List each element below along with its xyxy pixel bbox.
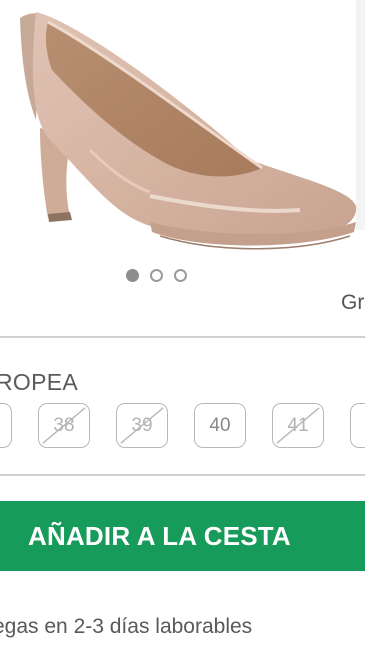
delivery-info: egas en 2-3 días laborables [0,615,253,638]
size-guide-link[interactable]: Gr [341,291,364,315]
size-label: 38 [53,414,75,436]
shoe-illustration [20,0,365,250]
add-to-cart-button[interactable]: AÑADIR A LA CESTA [0,501,365,571]
size-label: 41 [287,414,309,436]
divider [0,336,365,338]
carousel-dot[interactable] [174,269,187,282]
size-label: 39 [131,414,153,436]
carousel-dots [126,269,187,282]
carousel-dot[interactable] [150,269,163,282]
size-options: 38 39 40 41 4 [0,403,365,448]
size-option-unavailable[interactable]: 39 [116,403,168,448]
size-option[interactable] [0,403,12,448]
size-option-unavailable[interactable]: 41 [272,403,324,448]
size-section-title: ROPEA [0,369,79,395]
carousel-dot[interactable] [126,269,139,282]
divider [0,474,365,476]
product-page: Gr ROPEA 38 39 40 41 4 AÑADIR A LA CESTA… [0,0,365,650]
size-label: 40 [209,414,231,436]
size-option[interactable]: 4 [350,403,365,448]
size-option-unavailable[interactable]: 38 [38,403,90,448]
size-option[interactable]: 40 [194,403,246,448]
product-image[interactable] [0,0,365,262]
